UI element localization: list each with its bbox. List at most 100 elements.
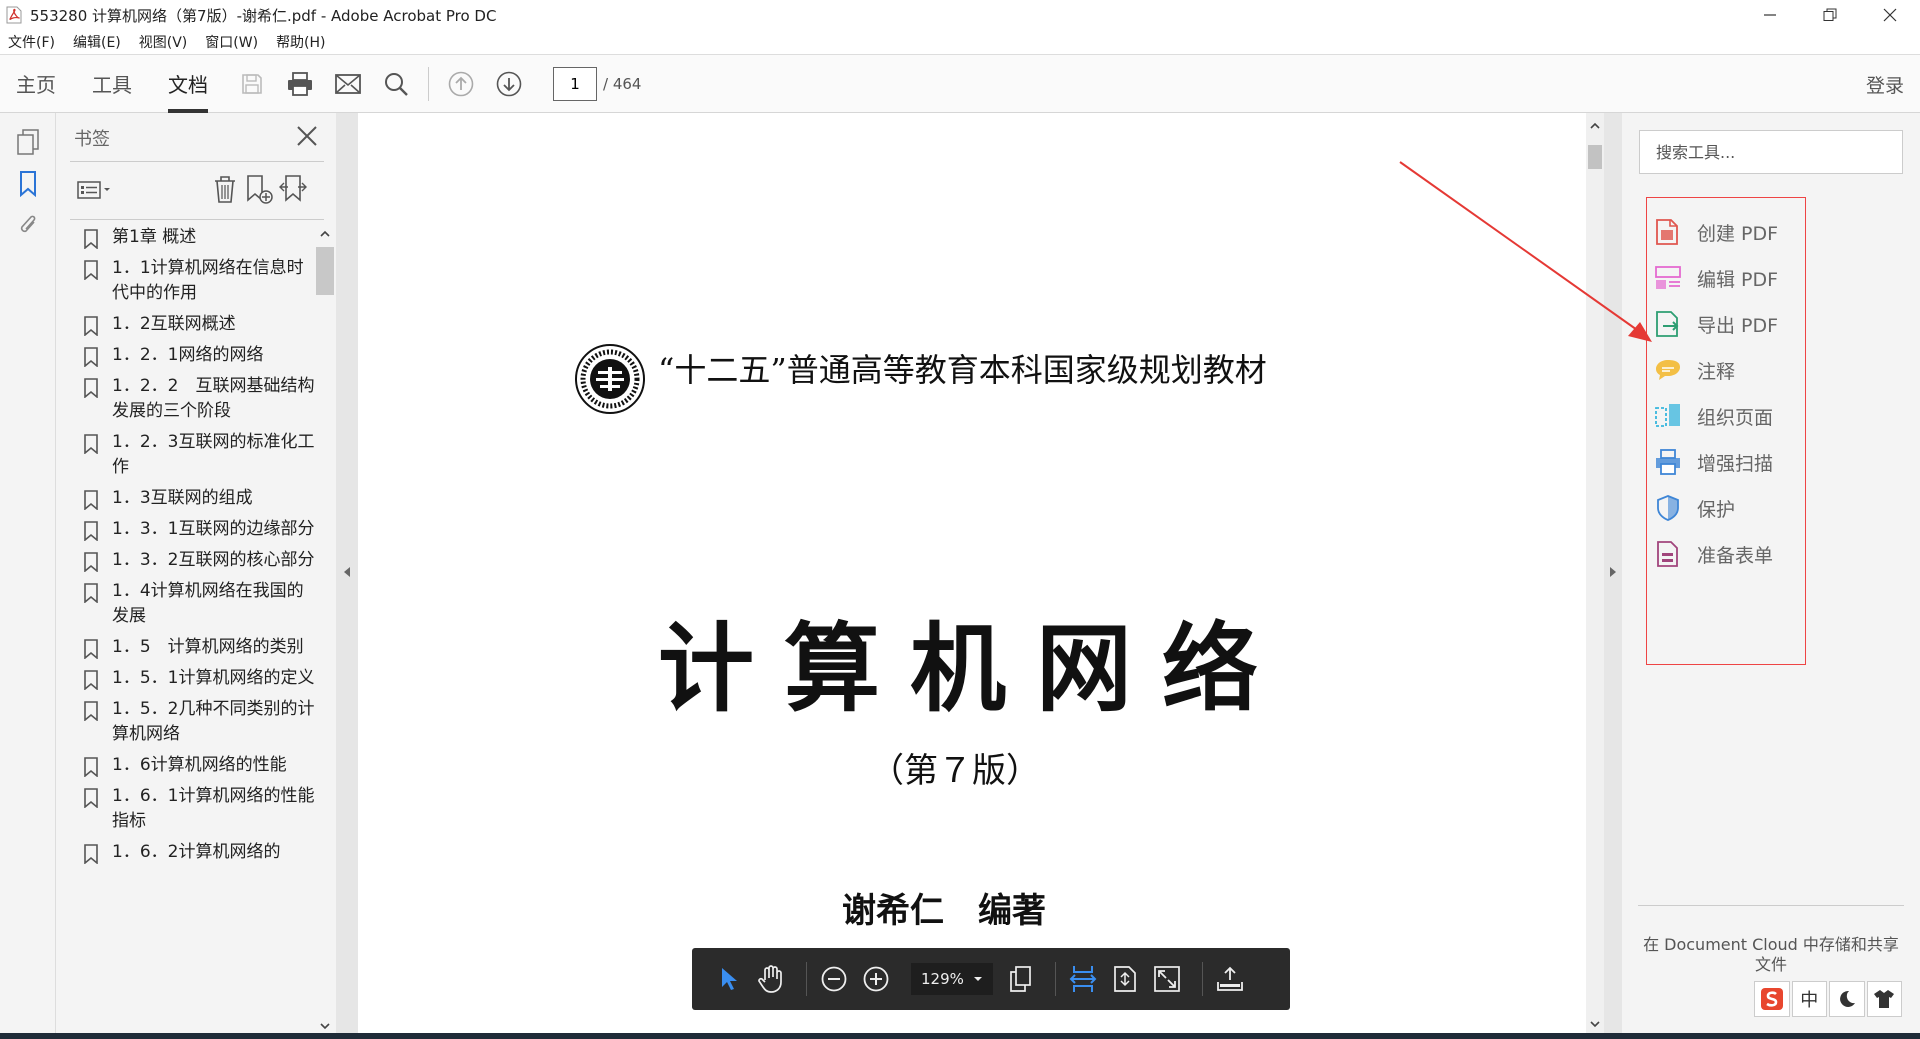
scrollbar-thumb[interactable] bbox=[1588, 145, 1602, 169]
bookmark-item[interactable]: 1．6．2计算机网络的 bbox=[80, 840, 316, 865]
organize-pages-icon bbox=[1653, 401, 1683, 431]
bookmark-options-button[interactable] bbox=[76, 175, 114, 205]
page-thumbnails-button[interactable] bbox=[13, 127, 43, 157]
save-button[interactable] bbox=[237, 69, 267, 99]
find-button[interactable] bbox=[381, 69, 411, 99]
bookmark-item[interactable]: 1．5 计算机网络的类别 bbox=[80, 635, 316, 660]
menu-edit[interactable]: 编辑(E) bbox=[73, 32, 121, 52]
full-screen-button[interactable] bbox=[1150, 962, 1184, 996]
bookmark-label: 1．5．2几种不同类别的计算机网络 bbox=[112, 699, 315, 744]
close-button[interactable] bbox=[1860, 0, 1920, 30]
search-tools-input[interactable] bbox=[1639, 130, 1903, 174]
tool-protect[interactable]: 保护 bbox=[1653, 488, 1801, 528]
scrollbar-thumb[interactable] bbox=[316, 247, 334, 295]
bookmarks-list: 第1章 概述 1．1计算机网络在信息时代中的作用 1．2互联网概述 1．2．1网… bbox=[80, 225, 316, 1033]
document-cloud-link[interactable]: 在 Document Cloud 中存储和共享文件 bbox=[1638, 935, 1904, 975]
toolbar-separator bbox=[1055, 962, 1056, 996]
bookmark-item[interactable]: 1．3．1互联网的边缘部分 bbox=[80, 517, 316, 542]
document-view[interactable]: “十二五”普通高等教育本科国家级规划教材 计算机网络 （第７版） 谢希仁 编著 bbox=[358, 113, 1586, 1033]
bookmark-label: 1．5 计算机网络的类别 bbox=[112, 637, 304, 657]
toolbar-separator bbox=[806, 962, 807, 996]
bookmark-item[interactable]: 1．3．2互联网的核心部分 bbox=[80, 548, 316, 573]
tab-document[interactable]: 文档 bbox=[168, 54, 208, 113]
document-scrollbar[interactable] bbox=[1586, 113, 1604, 1033]
close-icon bbox=[1883, 8, 1897, 22]
bookmark-item[interactable]: 1．2．1网络的网络 bbox=[80, 343, 316, 368]
menu-view[interactable]: 视图(V) bbox=[139, 32, 188, 52]
ime-language-toggle[interactable]: 中 bbox=[1791, 981, 1827, 1017]
attachments-button[interactable] bbox=[13, 211, 43, 241]
menu-window[interactable]: 窗口(W) bbox=[205, 32, 258, 52]
previous-page-button[interactable] bbox=[446, 69, 476, 99]
minimize-button[interactable] bbox=[1740, 0, 1800, 30]
arrow-down-circle-icon bbox=[496, 71, 522, 96]
ime-logo-button[interactable] bbox=[1754, 981, 1790, 1017]
zoom-in-button[interactable] bbox=[859, 962, 893, 996]
tool-edit-pdf[interactable]: 编辑 PDF bbox=[1653, 258, 1801, 298]
delete-bookmark-button[interactable] bbox=[210, 173, 240, 205]
tool-label: 组织页面 bbox=[1697, 406, 1774, 429]
page-number-input[interactable] bbox=[553, 66, 597, 101]
tool-export-pdf[interactable]: 导出 PDF bbox=[1653, 304, 1801, 344]
bookmark-label: 1．4计算机网络在我国的发展 bbox=[112, 581, 304, 626]
zoom-level-dropdown[interactable]: 129% bbox=[911, 963, 993, 995]
login-link[interactable]: 登录 bbox=[1866, 71, 1904, 98]
menu-help[interactable]: 帮助(H) bbox=[276, 32, 325, 52]
bookmark-item[interactable]: 1．5．1计算机网络的定义 bbox=[80, 666, 316, 691]
right-pane-splitter[interactable] bbox=[1604, 113, 1622, 1033]
tool-organize-pages[interactable]: 组织页面 bbox=[1653, 396, 1801, 436]
ime-punctuation-toggle[interactable] bbox=[1829, 981, 1865, 1017]
page-display-button[interactable] bbox=[1003, 962, 1037, 996]
bookmarks-scrollbar[interactable] bbox=[316, 225, 334, 1033]
bookmark-item[interactable]: 1．4计算机网络在我国的发展 bbox=[80, 579, 316, 629]
bookmark-icon bbox=[84, 757, 98, 777]
bookmark-item[interactable]: 1．6．1计算机网络的性能指标 bbox=[80, 784, 316, 834]
collapse-right-icon bbox=[1610, 567, 1616, 577]
toolbar-separator bbox=[1202, 962, 1203, 996]
fit-width-button[interactable] bbox=[1066, 962, 1100, 996]
left-pane-splitter[interactable] bbox=[336, 113, 358, 1033]
email-button[interactable] bbox=[333, 69, 363, 99]
bookmark-icon bbox=[84, 378, 98, 398]
arrow-up-circle-icon bbox=[448, 71, 474, 96]
shirt-icon bbox=[1874, 990, 1895, 1008]
hand-tool-button[interactable] bbox=[754, 962, 788, 996]
tab-home[interactable]: 主页 bbox=[16, 54, 56, 113]
tab-tools[interactable]: 工具 bbox=[92, 54, 132, 113]
print-button[interactable] bbox=[285, 69, 315, 99]
expand-bookmark-button[interactable] bbox=[278, 173, 308, 205]
bookmark-item[interactable]: 1．2互联网概述 bbox=[80, 312, 316, 337]
share-upload-button[interactable] bbox=[1213, 962, 1247, 996]
bookmark-item[interactable]: 第1章 概述 bbox=[80, 225, 316, 250]
chevron-up-icon bbox=[320, 230, 330, 237]
ime-skin-button[interactable] bbox=[1866, 981, 1902, 1017]
tool-enhance-scan[interactable]: 增强扫描 bbox=[1653, 442, 1801, 482]
title-bar: 553280 计算机网络（第7版）-谢希仁.pdf - Adobe Acroba… bbox=[0, 0, 1920, 30]
select-tool-button[interactable] bbox=[712, 962, 746, 996]
bookmarks-button[interactable] bbox=[13, 169, 43, 199]
bookmarks-close-button[interactable] bbox=[294, 123, 320, 149]
fit-page-button[interactable] bbox=[1108, 962, 1142, 996]
bookmark-item[interactable]: 1．1计算机网络在信息时代中的作用 bbox=[80, 256, 316, 306]
menu-file[interactable]: 文件(F) bbox=[8, 32, 55, 52]
tool-create-pdf[interactable]: 创建 PDF bbox=[1653, 212, 1801, 252]
bookmark-item[interactable]: 1．6计算机网络的性能 bbox=[80, 753, 316, 778]
bookmark-item[interactable]: 1．3互联网的组成 bbox=[80, 486, 316, 511]
bookmark-icon bbox=[84, 347, 98, 367]
restore-button[interactable] bbox=[1800, 0, 1860, 30]
tool-label: 创建 PDF bbox=[1697, 222, 1779, 245]
bookmark-item[interactable]: 1．2．2 互联网基础结构发展的三个阶段 bbox=[80, 374, 316, 424]
main-toolbar: 主页 工具 文档 / 464 登录 bbox=[0, 54, 1920, 113]
bookmark-icon bbox=[84, 844, 98, 864]
bookmark-item[interactable]: 1．2．3互联网的标准化工作 bbox=[80, 430, 316, 480]
toolbar-separator bbox=[428, 66, 429, 101]
bookmark-icon bbox=[84, 490, 98, 510]
bookmark-icon bbox=[84, 434, 98, 454]
tool-prepare-form[interactable]: 准备表单 bbox=[1653, 534, 1801, 574]
tool-comment[interactable]: 注释 bbox=[1653, 350, 1801, 390]
divider bbox=[1638, 905, 1904, 906]
bookmark-item[interactable]: 1．5．2几种不同类别的计算机网络 bbox=[80, 697, 316, 747]
zoom-out-button[interactable] bbox=[817, 962, 851, 996]
new-bookmark-button[interactable] bbox=[244, 173, 274, 205]
next-page-button[interactable] bbox=[494, 69, 524, 99]
